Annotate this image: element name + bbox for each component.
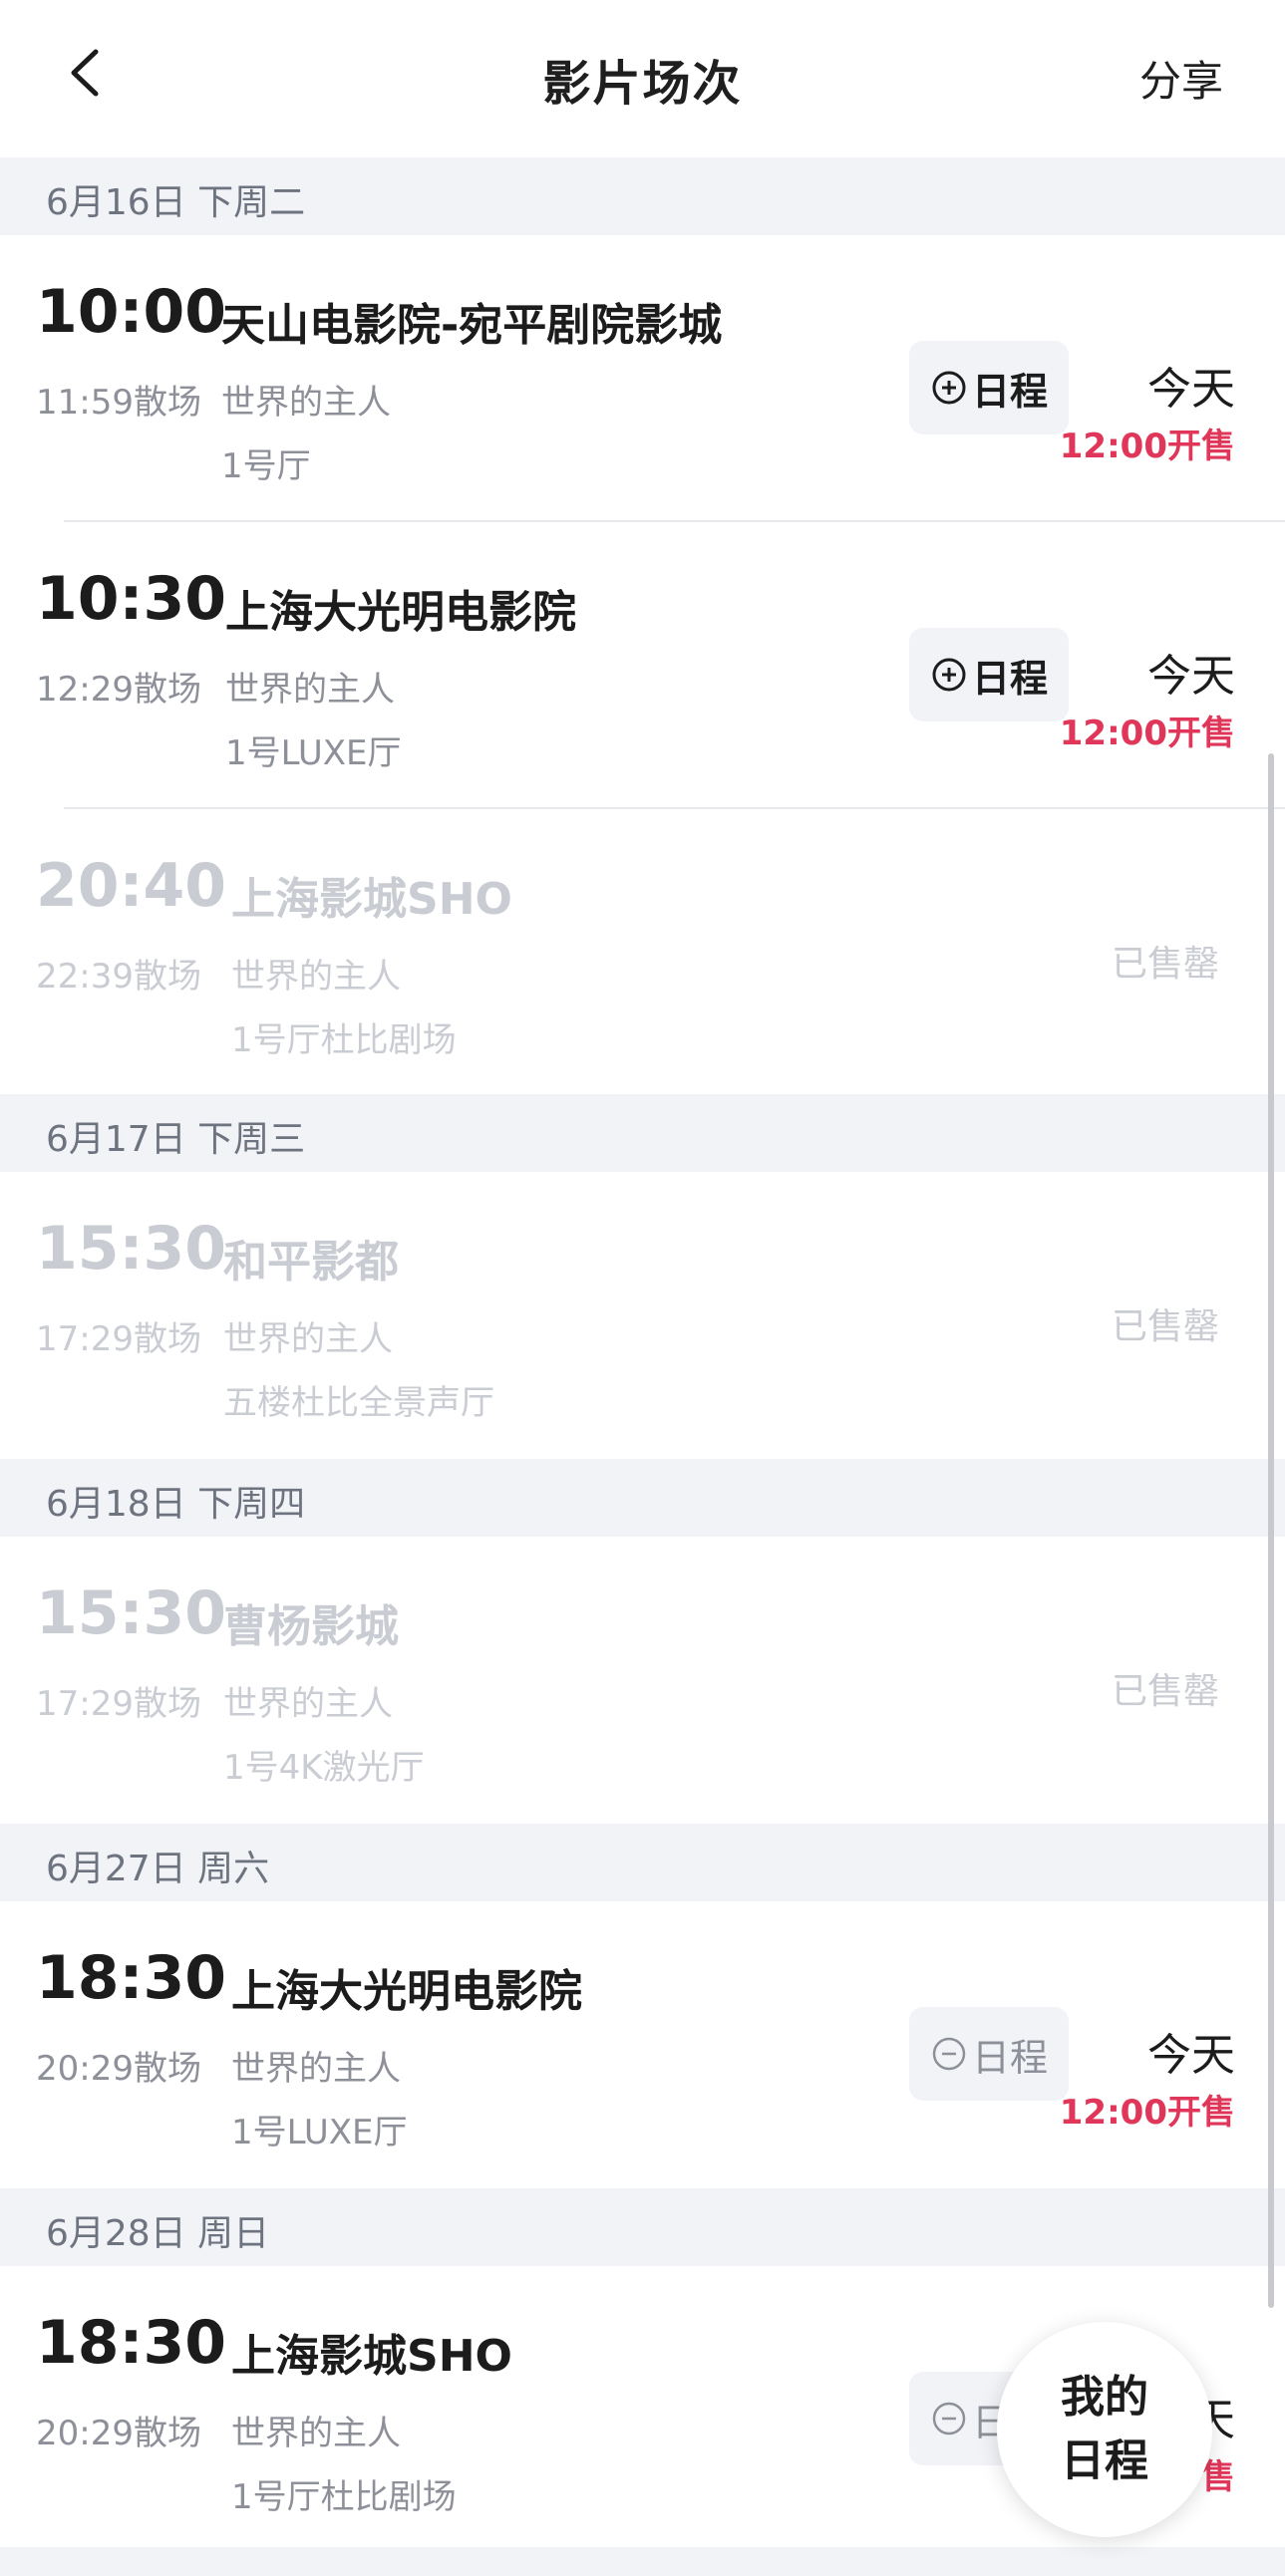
movie-title: 世界的主人 [231, 2049, 401, 2089]
my-schedule-button[interactable]: 我的 日程 [997, 2322, 1212, 2537]
schedule-label: 日程 [971, 369, 1048, 414]
minus-circle-icon [932, 2037, 966, 2071]
date-label: 6月16日 下周二 [46, 182, 306, 223]
start-time: 20:40 [36, 851, 226, 921]
cinema-name: 上海影城SHO [231, 2331, 512, 2382]
sale-time-label: 12:00开售 [1059, 714, 1235, 753]
scrollbar[interactable] [1268, 753, 1274, 2308]
start-time: 10:00 [36, 277, 226, 347]
share-button[interactable]: 分享 [1139, 48, 1223, 109]
end-time: 17:29散场 [36, 1319, 201, 1359]
screening-row-soldout[interactable]: 15:30 曹杨影城 17:29散场 世界的主人 1号4K激光厅 已售罄 [0, 1537, 1285, 1824]
date-header: 6月16日 下周二 [0, 157, 1285, 235]
hall-name: 1号LUXE厅 [225, 733, 402, 773]
movie-title: 世界的主人 [231, 2414, 401, 2453]
movie-title: 世界的主人 [223, 1684, 393, 1724]
date-label: 6月28日 周日 [46, 2213, 270, 2254]
schedule-label: 日程 [971, 2035, 1048, 2080]
start-time: 10:30 [36, 564, 226, 634]
minus-circle-icon [932, 2402, 966, 2435]
cinema-name: 曹杨影城 [223, 1601, 399, 1652]
hall-name: 1号LUXE厅 [231, 2113, 408, 2152]
end-time: 11:59散场 [36, 383, 201, 423]
soldout-label: 已售罄 [1111, 944, 1219, 985]
schedule-label: 日程 [971, 656, 1048, 701]
date-label: 6月27日 周六 [46, 1849, 270, 1889]
sale-time-label: 12:00开售 [1059, 427, 1235, 466]
screening-row-soldout[interactable]: 20:40 上海影城SHO 22:39散场 世界的主人 1号厅杜比剧场 已售罄 [0, 809, 1285, 1096]
screening-row[interactable]: 10:00 天山电影院-宛平剧院影城 11:59散场 世界的主人 1号厅 日程 … [0, 235, 1285, 522]
soldout-label: 已售罄 [1111, 1671, 1219, 1712]
start-time: 18:30 [36, 2308, 226, 2378]
screening-row[interactable]: 10:30 上海大光明电影院 12:29散场 世界的主人 1号LUXE厅 日程 … [0, 522, 1285, 809]
add-schedule-button[interactable]: 日程 [909, 628, 1069, 721]
my-schedule-label-line1: 我的 [1061, 2372, 1148, 2423]
plus-circle-icon [932, 371, 966, 405]
hall-name: 1号厅杜比剧场 [231, 1020, 457, 1060]
start-time: 15:30 [36, 1214, 226, 1284]
hall-name: 1号4K激光厅 [223, 1748, 425, 1788]
soldout-label: 已售罄 [1111, 1306, 1219, 1347]
sale-time-label: 12:00开售 [1059, 2093, 1235, 2133]
movie-title: 世界的主人 [223, 1319, 393, 1359]
cinema-name: 上海大光明电影院 [225, 587, 576, 638]
movie-title: 世界的主人 [221, 383, 391, 423]
screening-row-soldout[interactable]: 15:30 和平影都 17:29散场 世界的主人 五楼杜比全景声厅 已售罄 [0, 1172, 1285, 1459]
hall-name: 1号厅杜比剧场 [231, 2477, 457, 2517]
top-nav-bar: 影片场次 分享 [0, 0, 1285, 157]
sale-day-label: 今天 [1147, 651, 1235, 702]
add-schedule-button[interactable]: 日程 [909, 341, 1069, 434]
remove-schedule-button[interactable]: 日程 [909, 2007, 1069, 2101]
date-label: 6月18日 下周四 [46, 1484, 306, 1525]
end-time: 20:29散场 [36, 2049, 201, 2089]
plus-circle-icon [932, 658, 966, 692]
start-time: 18:30 [36, 1943, 226, 2013]
screening-row[interactable]: 18:30 上海大光明电影院 20:29散场 世界的主人 1号LUXE厅 日程 … [0, 1901, 1285, 2188]
date-header: 6月27日 周六 [0, 1824, 1285, 1901]
sale-day-label: 今天 [1147, 2030, 1235, 2081]
start-time: 15:30 [36, 1578, 226, 1648]
end-time: 20:29散场 [36, 2414, 201, 2453]
movie-title: 世界的主人 [225, 670, 395, 710]
end-time: 17:29散场 [36, 1684, 201, 1724]
movie-title: 世界的主人 [231, 957, 401, 997]
end-time: 22:39散场 [36, 957, 201, 997]
hall-name: 五楼杜比全景声厅 [223, 1383, 494, 1423]
page-title: 影片场次 [542, 56, 743, 112]
date-label: 6月17日 下周三 [46, 1119, 306, 1160]
end-time: 12:29散场 [36, 670, 201, 710]
list-bottom-separator [0, 2547, 1285, 2576]
date-header: 6月28日 周日 [0, 2188, 1285, 2266]
screening-list-page: 影片场次 分享 6月16日 下周二 10:00 天山电影院-宛平剧院影城 11:… [0, 0, 1285, 2576]
sale-day-label: 今天 [1147, 364, 1235, 415]
hall-name: 1号厅 [221, 446, 311, 486]
cinema-name: 上海影城SHO [231, 874, 512, 925]
date-header: 6月17日 下周三 [0, 1094, 1285, 1172]
my-schedule-label-line2: 日程 [1061, 2435, 1148, 2486]
cinema-name: 天山电影院-宛平剧院影城 [221, 300, 723, 351]
cinema-name: 上海大光明电影院 [231, 1966, 582, 2017]
date-header: 6月18日 下周四 [0, 1459, 1285, 1537]
cinema-name: 和平影都 [223, 1237, 399, 1288]
